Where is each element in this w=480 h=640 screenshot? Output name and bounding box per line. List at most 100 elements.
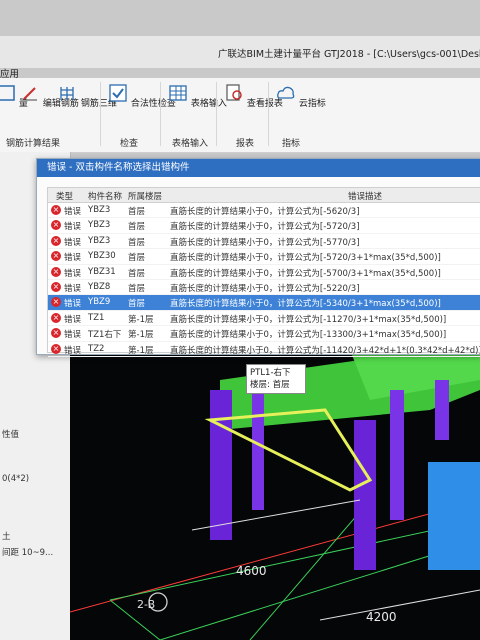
- row-desc: 直筋长度的计算结果小于0，计算公式为[-11270/3+1*max(35*d,5…: [170, 314, 447, 325]
- error-icon: ×: [51, 251, 61, 262]
- check-icon: [109, 84, 127, 102]
- table-icon: [0, 85, 15, 101]
- ribbon-separator: [160, 82, 161, 146]
- column: [390, 390, 404, 520]
- row-type: 错误: [64, 222, 82, 233]
- row-desc: 直筋长度的计算结果小于0，计算公式为[-5720/3]: [170, 222, 360, 233]
- group-index: 指标: [282, 139, 301, 149]
- property-item[interactable]: 土: [2, 530, 11, 542]
- tooltip-line-floor: 楼层: 首层: [250, 380, 290, 390]
- row-name[interactable]: YBZ9: [88, 297, 110, 307]
- row-desc: 直筋长度的计算结果小于0，计算公式为[-5620/3]: [170, 207, 360, 217]
- row-name[interactable]: YBZ3: [88, 220, 110, 230]
- row-desc: 直筋长度的计算结果小于0，计算公式为[-11420/3+42*d+1*(0.3*…: [170, 345, 480, 356]
- property-item[interactable]: 性值: [2, 428, 19, 440]
- row-type: 错误: [64, 207, 82, 217]
- table-row[interactable]: × 错误 YBZ30 首层 直筋长度的计算结果小于0，计算公式为[-5720/3…: [48, 249, 480, 265]
- table-row[interactable]: × 错误 YBZ3 首层 直筋长度的计算结果小于0，计算公式为[-5720/3]: [48, 218, 480, 234]
- error-icon: ×: [51, 343, 61, 354]
- row-desc: 直筋长度的计算结果小于0，计算公式为[-5770/3]: [170, 237, 360, 248]
- table-row[interactable]: × 错误 YBZ3 首层 直筋长度的计算结果小于0，计算公式为[-5770/3]: [48, 234, 480, 250]
- row-type: 错误: [64, 345, 82, 356]
- row-name[interactable]: TZ2: [88, 344, 104, 354]
- error-icon: ×: [51, 281, 61, 292]
- table-header: 类型 构件名称 所属楼层 错误描述: [48, 188, 480, 203]
- row-name[interactable]: YBZ8: [88, 282, 110, 292]
- group-rebar-results: 钢筋计算结果: [6, 139, 61, 149]
- row-desc: 直筋长度的计算结果小于0，计算公式为[-5700/3+1*max(35*d,50…: [170, 268, 441, 279]
- ribbon-separator: [216, 82, 217, 146]
- tooltip-line-name: PTL1-右下: [250, 368, 291, 378]
- row-name[interactable]: YBZ31: [88, 267, 116, 277]
- window-title: 广联达BIM土建计量平台 GTJ2018 - [C:\Users\gcs-001…: [218, 49, 480, 60]
- table-row[interactable]: × 错误 YBZ3 首层 直筋长度的计算结果小于0，计算公式为[-5620/3]: [48, 203, 480, 219]
- cloud-index-button[interactable]: 云指标: [276, 84, 326, 109]
- grid-line: [249, 499, 371, 640]
- row-floor: 第-1层: [128, 314, 154, 325]
- row-floor: 首层: [128, 207, 146, 217]
- table-row-selected[interactable]: × 错误 YBZ9 首层 直筋长度的计算结果小于0，计算公式为[-5340/3+…: [48, 295, 480, 311]
- row-desc: 直筋长度的计算结果小于0，计算公式为[-13300/3+1*max(35*d,5…: [170, 330, 447, 341]
- property-item[interactable]: 0(4*2): [2, 474, 29, 484]
- row-type: 错误: [64, 283, 82, 294]
- row-floor: 首层: [128, 299, 146, 310]
- row-name[interactable]: TZ1: [88, 313, 104, 323]
- row-desc: 直筋长度的计算结果小于0，计算公式为[-5340/3+1*max(35*d,50…: [170, 299, 441, 310]
- row-name[interactable]: TZ1右下: [88, 328, 121, 340]
- legality-check-button[interactable]: 合法性检查: [108, 84, 176, 109]
- view-report-button[interactable]: 查看报表: [224, 84, 283, 109]
- row-type: 错误: [64, 314, 82, 325]
- ribbon-separator: [100, 82, 101, 146]
- col-floor[interactable]: 所属楼层: [128, 190, 162, 202]
- table-row[interactable]: × 错误 TZ1 第-1层 直筋长度的计算结果小于0，计算公式为[-11270/…: [48, 311, 480, 327]
- property-item[interactable]: 间距 10~9...: [2, 546, 53, 558]
- row-type: 错误: [64, 268, 82, 279]
- row-floor: 第-1层: [128, 330, 154, 341]
- row-floor: 首层: [128, 253, 146, 264]
- dimension-label: 4600: [236, 564, 267, 578]
- row-name[interactable]: YBZ3: [88, 236, 110, 246]
- row-floor: 首层: [128, 268, 146, 279]
- error-icon: ×: [51, 297, 61, 308]
- error-icon: ×: [51, 266, 61, 277]
- error-icon: ×: [51, 220, 61, 231]
- row-floor: 首层: [128, 237, 146, 248]
- component-tooltip: PTL1-右下 楼层: 首层: [246, 364, 306, 394]
- row-type: 错误: [64, 237, 82, 248]
- group-check: 检查: [120, 139, 139, 149]
- col-type[interactable]: 类型: [56, 190, 73, 202]
- group-table-input: 表格输入: [172, 139, 209, 149]
- row-floor: 首层: [128, 283, 146, 294]
- row-floor: 第-1层: [128, 345, 154, 356]
- cloud-index-label: 云指标: [298, 99, 326, 109]
- column: [435, 380, 449, 440]
- dimension-line: [319, 589, 480, 621]
- table-row[interactable]: × 错误 YBZ31 首层 直筋长度的计算结果小于0，计算公式为[-5700/3…: [48, 265, 480, 280]
- column: [210, 390, 232, 540]
- column: [354, 420, 376, 570]
- row-type: 错误: [64, 299, 82, 310]
- ribbon-toolbar: 量 编辑钢筋 钢筋三维 合法性检查 表格输入 查看报表 云指标 钢筋计算结果 检…: [0, 78, 480, 153]
- row-name[interactable]: YBZ30: [88, 251, 116, 261]
- error-icon: ×: [51, 235, 61, 246]
- col-name[interactable]: 构件名称: [88, 190, 122, 202]
- table-input-icon: [169, 85, 187, 101]
- row-name[interactable]: YBZ3: [88, 205, 110, 215]
- error-icon: ×: [51, 205, 61, 215]
- row-type: 错误: [64, 330, 82, 341]
- error-dialog[interactable]: 错误 - 双击构件名称选择出错构件 类型 构件名称 所属楼层 错误描述 × 错误…: [36, 158, 480, 357]
- col-desc[interactable]: 错误描述: [348, 190, 382, 202]
- column: [428, 462, 480, 570]
- report-icon: [226, 84, 242, 101]
- error-table[interactable]: 类型 构件名称 所属楼层 错误描述 × 错误 YBZ3 首层 直筋长度的计算结果…: [47, 187, 480, 357]
- table-row[interactable]: × 错误 TZ2 第-1层 直筋长度的计算结果小于0，计算公式为[-11420/…: [48, 342, 480, 357]
- cloud-index-icon: [277, 86, 295, 99]
- row-floor: 首层: [128, 222, 146, 233]
- error-icon: ×: [51, 328, 61, 339]
- ribbon-separator: [268, 82, 269, 146]
- table-input-label: 表格输入: [190, 99, 227, 109]
- table-row[interactable]: × 错误 YBZ8 首层 直筋长度的计算结果小于0，计算公式为[-5220/3]: [48, 280, 480, 296]
- window-title-bar: 广联达BIM土建计量平台 GTJ2018 - [C:\Users\gcs-001…: [0, 36, 480, 68]
- table-input-button[interactable]: 表格输入: [168, 84, 227, 109]
- table-row[interactable]: × 错误 TZ1右下 第-1层 直筋长度的计算结果小于0，计算公式为[-1330…: [48, 326, 480, 342]
